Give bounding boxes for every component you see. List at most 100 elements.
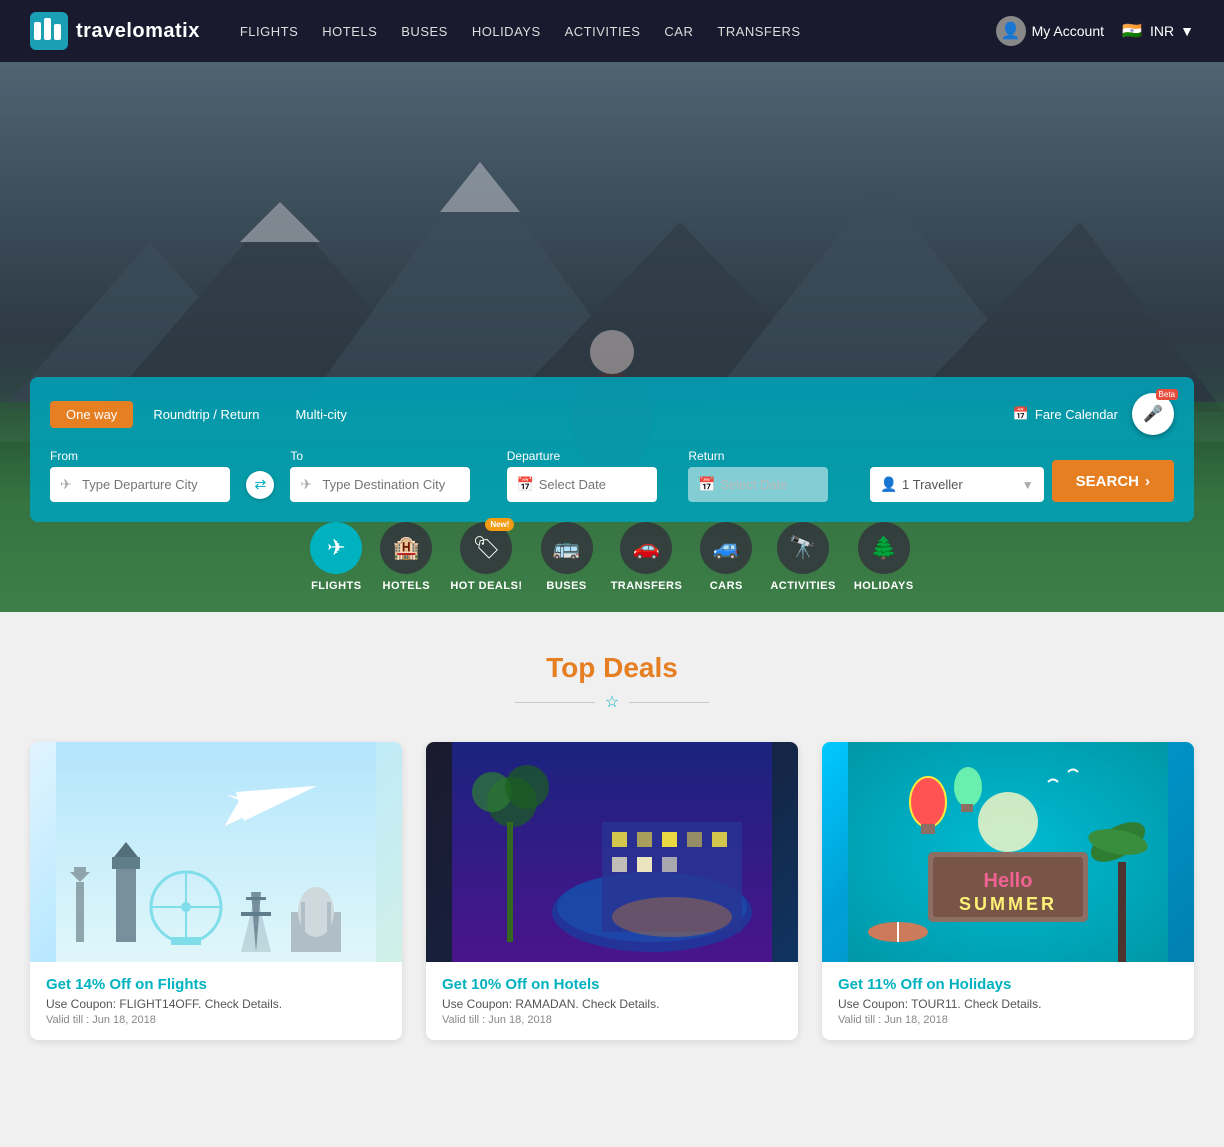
currency-label: INR	[1150, 23, 1174, 39]
hotels-label: HOTELS	[383, 580, 431, 592]
logo-text: travelomatix	[76, 20, 200, 43]
category-hot-deals[interactable]: 🏷 New! HOT DEALS!	[450, 522, 522, 592]
return-date-input[interactable]	[688, 467, 828, 502]
flights-deal-image	[30, 742, 402, 962]
nav-activities[interactable]: ACTIVITIES	[565, 24, 641, 39]
from-group: From ✈ ⇄	[50, 449, 258, 502]
departure-date-input[interactable]	[507, 467, 657, 502]
calendar-icon: 📅	[1013, 406, 1029, 422]
category-transfers[interactable]: 🚗 TRANSFERS	[611, 522, 683, 592]
traveller-wrapper: 👤 1 Traveller 2 Travellers 3 Travellers …	[870, 467, 1044, 502]
hotels-icon: 🏨	[393, 535, 420, 561]
account-icon: 👤	[996, 16, 1026, 46]
header: travelomatix FLIGHTS HOTELS BUSES HOLIDA…	[0, 0, 1224, 62]
activities-label: ACTIVITIES	[770, 580, 836, 592]
category-flights[interactable]: ✈ FLIGHTS	[310, 522, 362, 592]
deals-grid: Get 14% Off on Flights Use Coupon: FLIGH…	[30, 742, 1194, 1040]
hero-section: One way Roundtrip / Return Multi-city 📅 …	[0, 62, 1224, 612]
nav-flights[interactable]: FLIGHTS	[240, 24, 298, 39]
holidays-icon-wrap: 🌲	[858, 522, 910, 574]
hotels-deal-image	[426, 742, 798, 962]
holidays-deal-image: Hello SUMMER	[822, 742, 1194, 962]
swap-icon[interactable]: ⇄	[246, 471, 274, 499]
flights-deal-info: Get 14% Off on Flights Use Coupon: FLIGH…	[30, 962, 402, 1040]
svg-text:Hello: Hello	[984, 870, 1033, 892]
cars-label: CARS	[710, 580, 743, 592]
roundtrip-button[interactable]: Roundtrip / Return	[137, 401, 275, 428]
search-panel: One way Roundtrip / Return Multi-city 📅 …	[30, 377, 1194, 522]
traveller-select[interactable]: 1 Traveller 2 Travellers 3 Travellers 4 …	[870, 467, 1044, 502]
holidays-illustration: Hello SUMMER	[848, 742, 1168, 962]
deal-card-hotels[interactable]: Get 10% Off on Hotels Use Coupon: RAMADA…	[426, 742, 798, 1040]
flights-deal-valid: Valid till : Jun 18, 2018	[46, 1014, 386, 1026]
flights-label: FLIGHTS	[311, 580, 362, 592]
flag-icon: 🇮🇳	[1120, 19, 1144, 43]
flights-icon: ✈	[327, 535, 345, 561]
multi-city-button[interactable]: Multi-city	[280, 401, 363, 428]
logo[interactable]: travelomatix	[30, 12, 200, 50]
voice-button[interactable]: 🎤 Beta	[1132, 393, 1174, 435]
buses-label: BUSES	[546, 580, 586, 592]
departure-group: Departure 📅	[507, 449, 681, 502]
return-label: Return	[688, 449, 862, 463]
top-deals-title: Top Deals	[30, 652, 1194, 684]
holidays-deal-valid: Valid till : Jun 18, 2018	[838, 1014, 1178, 1026]
departure-date-wrapper: 📅	[507, 467, 681, 502]
logo-icon	[30, 12, 68, 50]
fare-calendar[interactable]: 📅 Fare Calendar	[1013, 406, 1118, 422]
category-buses[interactable]: 🚌 BUSES	[541, 522, 593, 592]
hotels-deal-title: Get 10% Off on Hotels	[442, 976, 782, 993]
categories-row: ✈ FLIGHTS 🏨 HOTELS 🏷 New! HOT DEALS! 🚌 B…	[0, 512, 1224, 602]
nav-holidays[interactable]: HOLIDAYS	[472, 24, 541, 39]
search-button-arrow-icon: ›	[1145, 473, 1150, 490]
flights-deal-coupon: Use Coupon: FLIGHT14OFF. Check Details.	[46, 997, 386, 1011]
section-star-icon: ☆	[605, 692, 619, 712]
hot-deals-icon: 🏷	[472, 535, 500, 561]
nav: FLIGHTS HOTELS BUSES HOLIDAYS ACTIVITIES…	[240, 24, 996, 39]
activities-icon: 🔭	[789, 535, 816, 561]
category-activities[interactable]: 🔭 ACTIVITIES	[770, 522, 836, 592]
nav-car[interactable]: CAR	[664, 24, 693, 39]
one-way-button[interactable]: One way	[50, 401, 133, 428]
hotels-deal-coupon: Use Coupon: RAMADAN. Check Details.	[442, 997, 782, 1011]
hotels-deal-info: Get 10% Off on Hotels Use Coupon: RAMADA…	[426, 962, 798, 1040]
category-cars[interactable]: 🚙 CARS	[700, 522, 752, 592]
to-input-wrapper: ✈	[290, 467, 498, 502]
currency-dropdown-icon: ▼	[1180, 23, 1194, 39]
destination-city-input[interactable]	[290, 467, 470, 502]
traveller-group: 👤 1 Traveller 2 Travellers 3 Travellers …	[870, 463, 1044, 502]
nav-transfers[interactable]: TRANSFERS	[717, 24, 800, 39]
hotels-illustration	[452, 742, 772, 962]
currency-selector[interactable]: 🇮🇳 INR ▼	[1120, 19, 1194, 43]
svg-text:SUMMER: SUMMER	[959, 894, 1057, 914]
deal-card-flights[interactable]: Get 14% Off on Flights Use Coupon: FLIGH…	[30, 742, 402, 1040]
nav-hotels[interactable]: HOTELS	[322, 24, 377, 39]
search-button[interactable]: SEARCH ›	[1052, 460, 1174, 502]
departure-city-input[interactable]	[50, 467, 230, 502]
flights-illustration	[56, 742, 376, 962]
divider-left	[515, 702, 595, 703]
category-holidays[interactable]: 🌲 HOLIDAYS	[854, 522, 914, 592]
main-content: Top Deals ☆	[0, 612, 1224, 1080]
trip-type-row: One way Roundtrip / Return Multi-city 📅 …	[50, 393, 1174, 435]
return-group: Return 📅	[688, 449, 862, 502]
flights-icon-wrap: ✈	[310, 522, 362, 574]
from-label: From	[50, 449, 258, 463]
fare-calendar-label: Fare Calendar	[1035, 407, 1118, 422]
nav-buses[interactable]: BUSES	[401, 24, 448, 39]
holidays-deal-info: Get 11% Off on Holidays Use Coupon: TOUR…	[822, 962, 1194, 1040]
hot-deals-icon-wrap: 🏷 New!	[460, 522, 512, 574]
cars-icon-wrap: 🚙	[700, 522, 752, 574]
beta-badge: Beta	[1156, 389, 1178, 400]
cars-icon: 🚙	[713, 535, 740, 561]
departure-label: Departure	[507, 449, 681, 463]
search-button-label: SEARCH	[1076, 473, 1139, 490]
holidays-deal-title: Get 11% Off on Holidays	[838, 976, 1178, 993]
to-label: To	[290, 449, 498, 463]
holidays-icon: 🌲	[870, 535, 897, 561]
my-account[interactable]: 👤 My Account	[996, 16, 1104, 46]
deal-card-holidays[interactable]: Hello SUMMER Get 11% Off on Holidays Use	[822, 742, 1194, 1040]
search-inputs: From ✈ ⇄ To ✈ Departure 📅	[50, 449, 1174, 502]
return-date-wrapper: 📅	[688, 467, 862, 502]
category-hotels[interactable]: 🏨 HOTELS	[380, 522, 432, 592]
